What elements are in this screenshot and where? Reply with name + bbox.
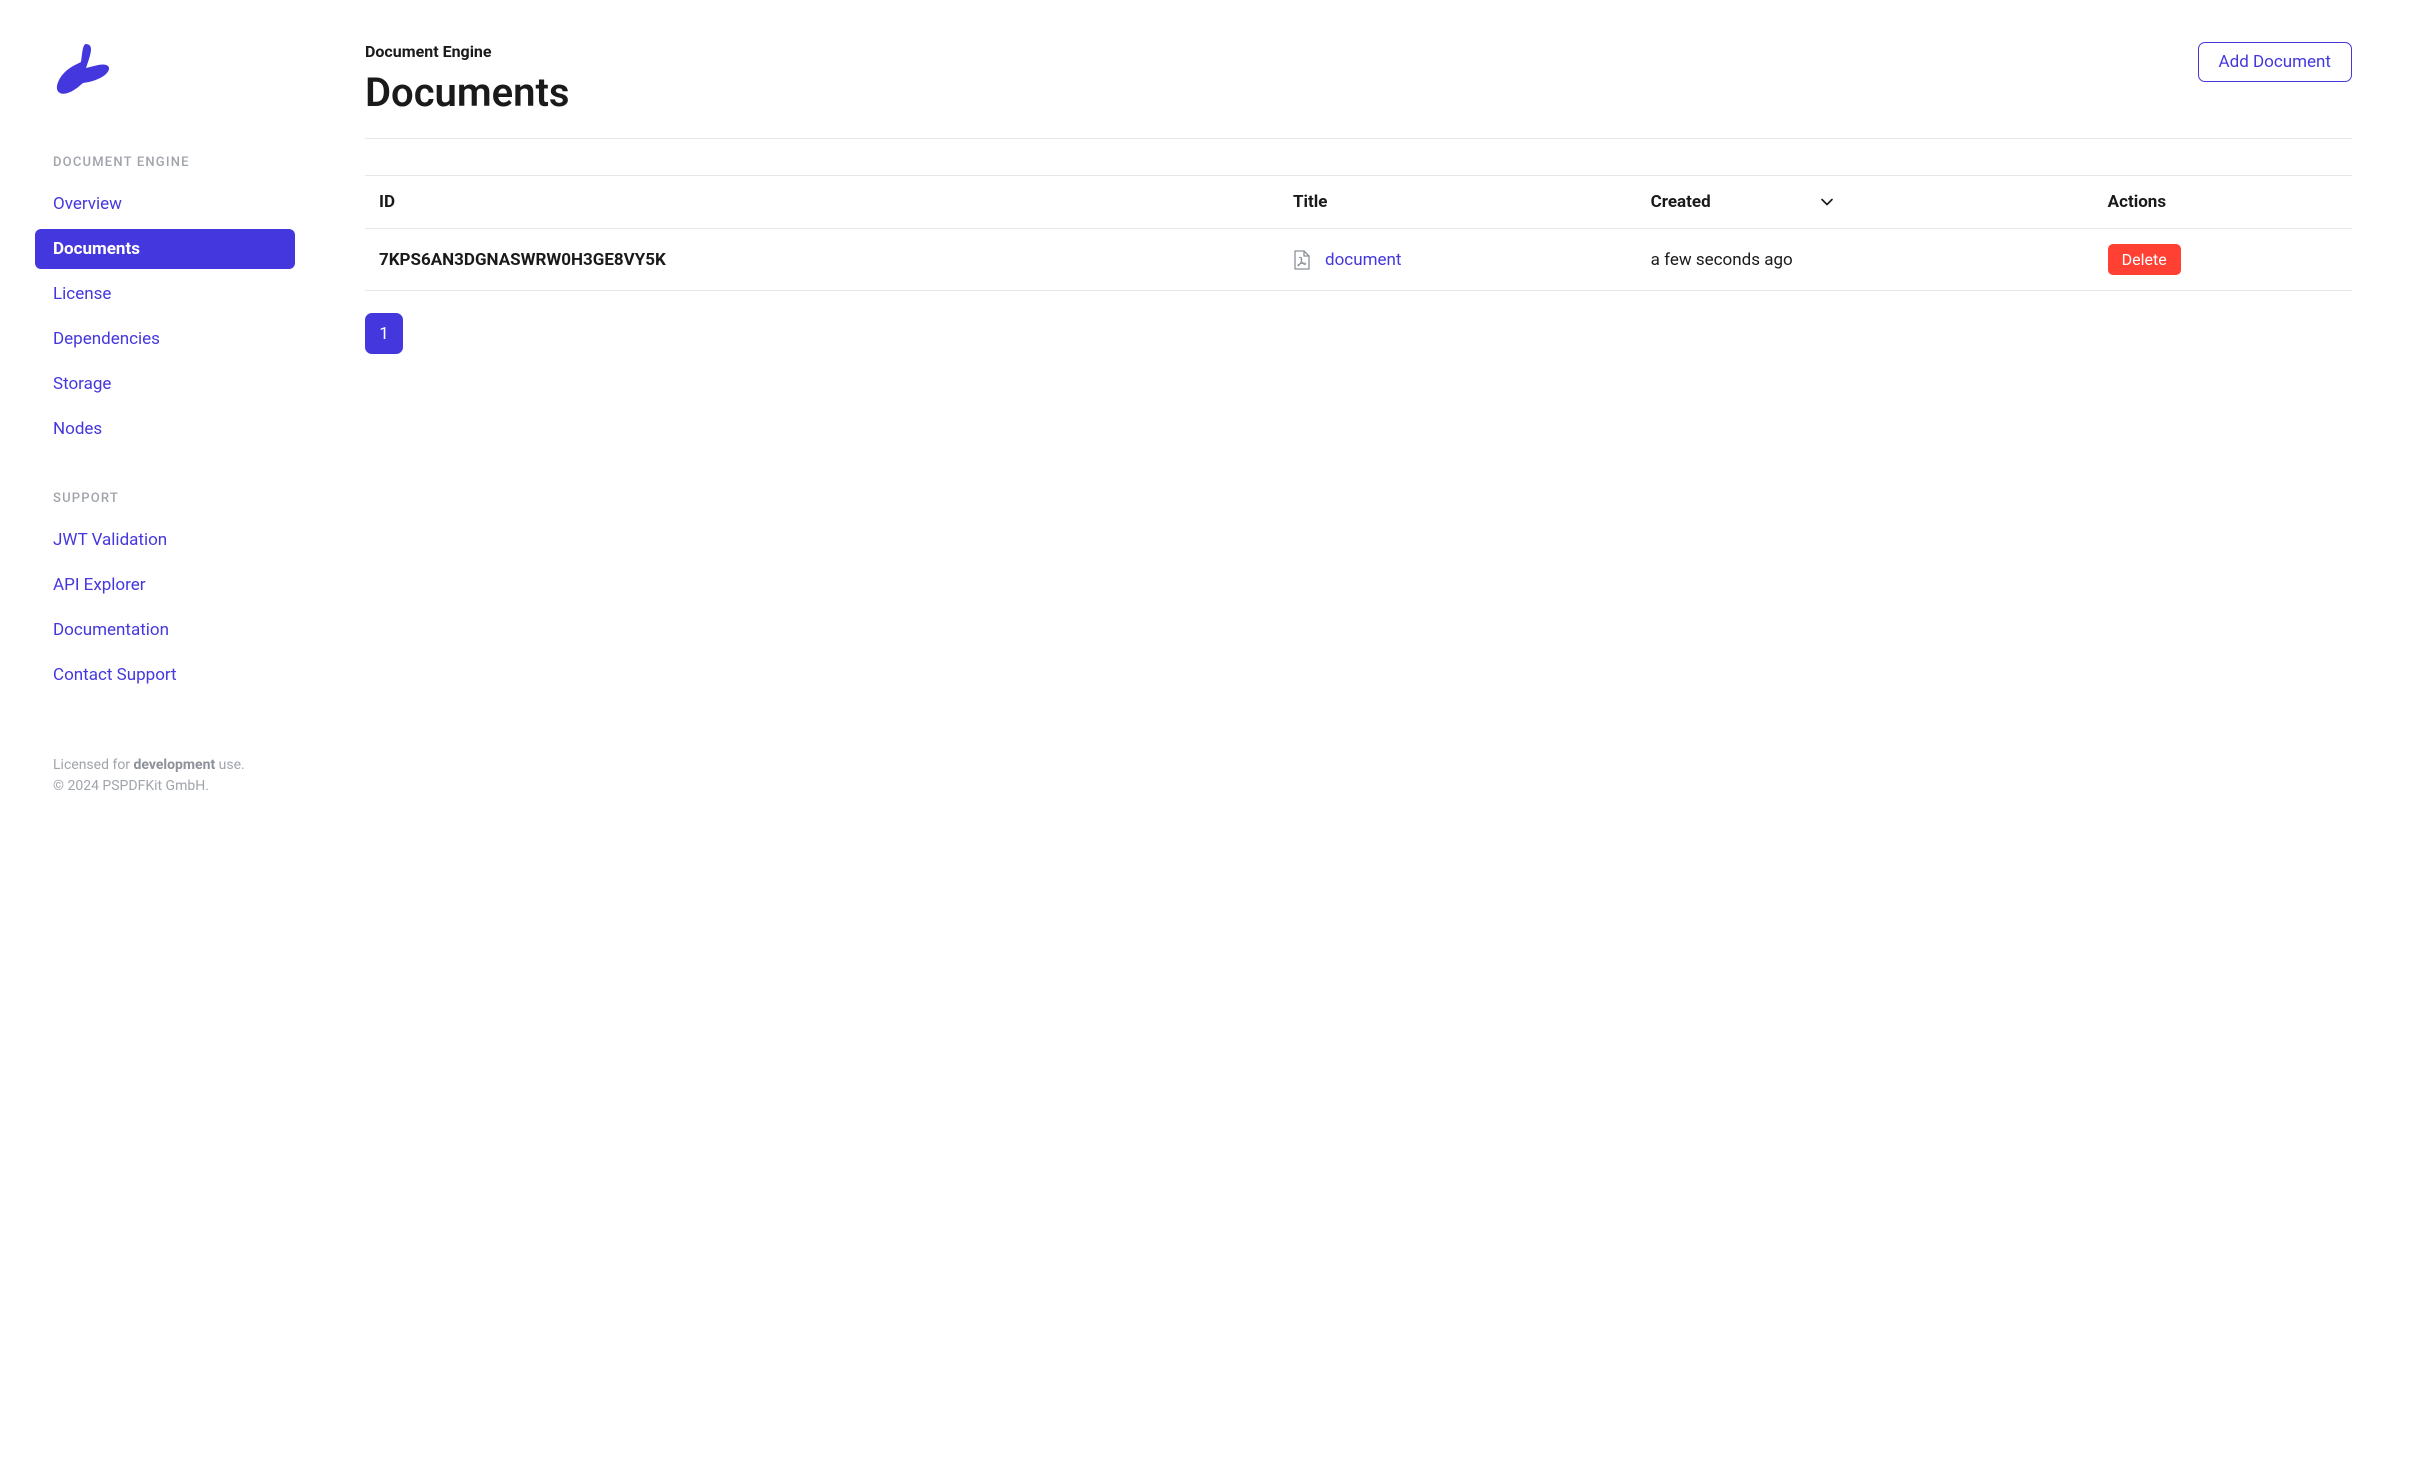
table-row: 7KPS6AN3DGNASWRW0H3GE8VY5K document (365, 229, 2352, 291)
sidebar-item-jwt-validation[interactable]: JWT Validation (35, 520, 295, 560)
pagination: 1 (365, 313, 2352, 354)
page-subtitle: Document Engine (365, 42, 570, 61)
column-header-id[interactable]: ID (365, 176, 1279, 229)
sidebar-section-support: SUPPORT JWT Validation API Explorer Docu… (35, 491, 295, 737)
sidebar-item-documents[interactable]: Documents (35, 229, 295, 269)
document-actions: Delete (2094, 229, 2352, 291)
document-id: 7KPS6AN3DGNASWRW0H3GE8VY5K (365, 229, 1279, 291)
sidebar-item-contact-support[interactable]: Contact Support (35, 655, 295, 695)
document-created: a few seconds ago (1637, 229, 2094, 291)
page-title: Documents (365, 69, 570, 116)
license-text: Licensed for development use. (53, 755, 295, 776)
documents-table: ID Title Created Actions 7KPS6AN3DGNASWR… (365, 175, 2352, 291)
document-title-link[interactable]: document (1325, 250, 1401, 270)
nav-list-support: JWT Validation API Explorer Documentatio… (35, 520, 295, 695)
page-header: Document Engine Documents Add Document (365, 42, 2352, 116)
add-document-button[interactable]: Add Document (2198, 42, 2352, 82)
chevron-down-icon (1821, 198, 1833, 206)
column-header-actions: Actions (2094, 176, 2352, 229)
section-header: SUPPORT (35, 491, 295, 506)
sidebar: DOCUMENT ENGINE Overview Documents Licen… (0, 0, 330, 1472)
column-header-title[interactable]: Title (1279, 176, 1637, 229)
main-content: Document Engine Documents Add Document I… (330, 0, 2412, 1472)
copyright-text: © 2024 PSPDFKit GmbH. (53, 776, 295, 797)
nav-list-engine: Overview Documents License Dependencies … (35, 184, 295, 449)
divider (365, 138, 2352, 139)
document-title-cell: document (1279, 229, 1637, 291)
header-titles: Document Engine Documents (365, 42, 570, 116)
sidebar-item-license[interactable]: License (35, 274, 295, 314)
table-header-row: ID Title Created Actions (365, 176, 2352, 229)
sidebar-section-engine: DOCUMENT ENGINE Overview Documents Licen… (35, 155, 295, 491)
logo (53, 40, 295, 100)
sidebar-item-dependencies[interactable]: Dependencies (35, 319, 295, 359)
sidebar-item-api-explorer[interactable]: API Explorer (35, 565, 295, 605)
delete-button[interactable]: Delete (2108, 244, 2181, 275)
sidebar-item-overview[interactable]: Overview (35, 184, 295, 224)
pdf-file-icon (1293, 250, 1311, 270)
sidebar-item-nodes[interactable]: Nodes (35, 409, 295, 449)
sidebar-footer: Licensed for development use. © 2024 PSP… (35, 755, 295, 797)
sidebar-item-storage[interactable]: Storage (35, 364, 295, 404)
logo-icon (53, 40, 111, 96)
sidebar-item-documentation[interactable]: Documentation (35, 610, 295, 650)
column-header-created-label: Created (1651, 192, 1711, 212)
section-header: DOCUMENT ENGINE (35, 155, 295, 170)
page-button-1[interactable]: 1 (365, 313, 403, 354)
column-header-created[interactable]: Created (1637, 176, 2094, 229)
